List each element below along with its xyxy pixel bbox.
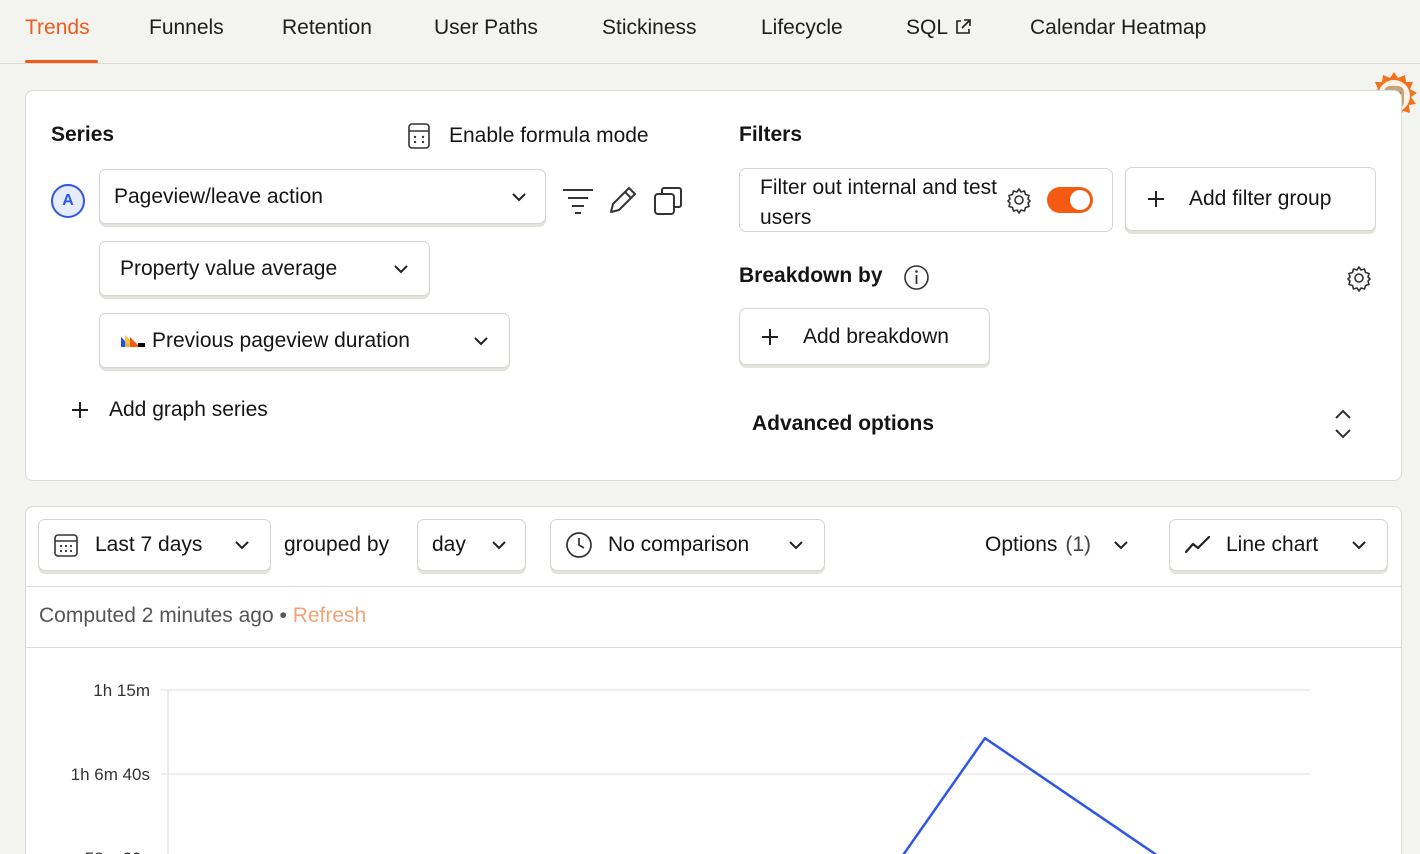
- pencil-icon[interactable]: [605, 184, 639, 218]
- internal-users-toggle[interactable]: [1047, 187, 1093, 213]
- gear-icon[interactable]: [1005, 186, 1033, 214]
- calculator-icon: [408, 123, 430, 149]
- chevron-down-icon: [1114, 541, 1128, 550]
- options-button[interactable]: Options (1): [985, 533, 1129, 557]
- insight-type-tabs: Trends Funnels Retention User Paths Stic…: [0, 0, 1420, 64]
- add-breakdown-button[interactable]: Add breakdown: [739, 308, 990, 365]
- y-tick-label: 1h 6m 40s: [71, 765, 150, 784]
- clock-icon: [566, 532, 592, 558]
- info-icon[interactable]: [903, 264, 930, 291]
- series-title: Series: [51, 123, 115, 146]
- chevron-down-icon: [1352, 541, 1366, 550]
- plus-icon: [72, 402, 88, 418]
- plus-icon: [762, 328, 778, 345]
- tab-retention[interactable]: Retention: [282, 14, 372, 42]
- tab-sql[interactable]: SQL: [906, 14, 972, 42]
- comparison-select[interactable]: No comparison: [550, 519, 825, 571]
- tab-stickiness[interactable]: Stickiness: [602, 14, 697, 42]
- breakdown-title: Breakdown by: [739, 264, 883, 287]
- date-range-select[interactable]: Last 7 days: [38, 519, 271, 571]
- interval-select[interactable]: day: [417, 519, 526, 571]
- tab-funnels[interactable]: Funnels: [149, 14, 224, 42]
- y-tick-label: 1h 15m: [93, 681, 150, 700]
- event-select-label: Pageview/leave action: [114, 184, 323, 208]
- interval-label: day: [432, 533, 466, 556]
- math-select[interactable]: Property value average: [99, 241, 430, 296]
- tab-lifecycle[interactable]: Lifecycle: [761, 14, 843, 42]
- chevron-down-icon: [492, 541, 506, 550]
- series-a-line[interactable]: [901, 736, 1161, 854]
- posthog-logo-icon: [121, 334, 145, 347]
- chevron-down-icon: [235, 541, 249, 550]
- line-chart-icon: [1184, 535, 1211, 554]
- duplicate-icon[interactable]: [652, 185, 684, 217]
- grouped-by-text: grouped by: [284, 533, 390, 556]
- chevron-down-icon: [474, 336, 488, 345]
- chevron-down-icon: [394, 264, 408, 273]
- filters-title: Filters: [739, 123, 803, 146]
- active-tab-indicator: [25, 60, 98, 63]
- chart-type-label: Line chart: [1226, 533, 1319, 556]
- options-count: (1): [1065, 533, 1092, 556]
- filter-icon[interactable]: [561, 186, 595, 216]
- status-separator: •: [279, 604, 287, 627]
- computed-status: Computed 2 minutes ago • Refresh: [39, 604, 366, 628]
- series-letter-badge: A: [51, 184, 85, 218]
- toolbar-divider: [26, 586, 1401, 587]
- property-select[interactable]: Previous pageview duration: [99, 313, 510, 368]
- add-filter-group-label: Add filter group: [1189, 187, 1332, 210]
- chart-type-select[interactable]: Line chart: [1169, 519, 1388, 571]
- add-graph-series-label: Add graph series: [109, 398, 268, 421]
- property-select-label: Previous pageview duration: [152, 328, 410, 352]
- advanced-options-toggle[interactable]: Advanced options: [752, 412, 934, 436]
- computed-text: Computed 2 minutes ago: [39, 604, 274, 627]
- add-filter-group-button[interactable]: Add filter group: [1125, 167, 1376, 231]
- plus-icon: [1148, 191, 1164, 207]
- external-link-icon: [956, 19, 971, 34]
- tab-user-paths[interactable]: User Paths: [434, 14, 538, 42]
- toggle-knob: [1070, 190, 1090, 210]
- date-range-label: Last 7 days: [95, 533, 203, 556]
- chevron-down-icon: [512, 192, 526, 201]
- enable-formula-mode-label: Enable formula mode: [449, 124, 649, 147]
- calendar-icon: [54, 534, 78, 557]
- add-graph-series-button[interactable]: Add graph series: [70, 398, 268, 422]
- breakdown-settings-gear-icon[interactable]: [1345, 264, 1373, 292]
- chevron-up-down-icon[interactable]: [1333, 409, 1353, 439]
- options-label: Options: [985, 533, 1058, 556]
- tab-sql-label: SQL: [906, 16, 949, 39]
- math-select-label: Property value average: [120, 256, 338, 280]
- event-select[interactable]: Pageview/leave action: [99, 169, 546, 224]
- comparison-label: No comparison: [608, 533, 750, 556]
- trend-line-chart: 1h 15m 1h 6m 40s 58m 20s: [71, 681, 1310, 854]
- internal-users-filter-label: Filter out internal and test users: [760, 176, 997, 229]
- tab-trends[interactable]: Trends: [25, 14, 90, 42]
- chevron-down-icon: [789, 541, 803, 550]
- tab-calendar-heatmap[interactable]: Calendar Heatmap: [1030, 14, 1206, 42]
- enable-formula-mode-button[interactable]: Enable formula mode: [406, 122, 649, 150]
- refresh-link[interactable]: Refresh: [293, 604, 367, 627]
- add-breakdown-label: Add breakdown: [803, 324, 949, 348]
- y-tick-label: 58m 20s: [85, 849, 150, 854]
